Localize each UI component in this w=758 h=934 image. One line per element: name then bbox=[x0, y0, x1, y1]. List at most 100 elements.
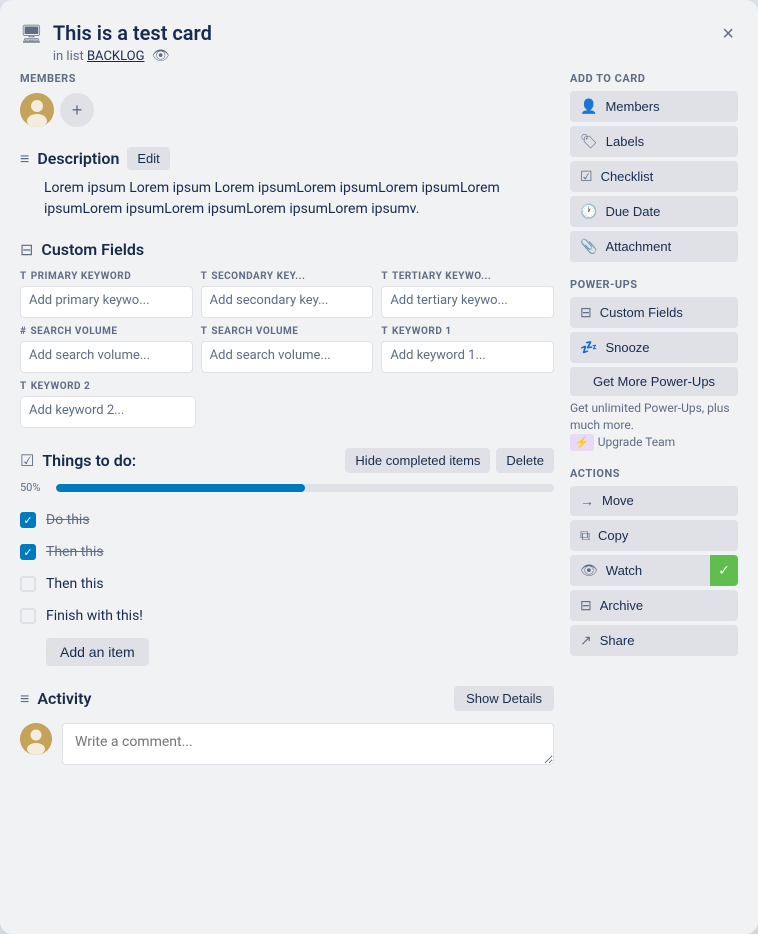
cf-label-4: T SEARCH VOLUME bbox=[201, 326, 374, 337]
progress-bar-background bbox=[56, 484, 554, 492]
cf-input-2[interactable]: Add tertiary keywo... bbox=[381, 286, 554, 318]
power-ups-label: POWER-UPS bbox=[570, 278, 738, 291]
progress-row: 50% bbox=[20, 481, 554, 494]
checkbox-0[interactable] bbox=[20, 512, 36, 528]
cf-field-3: # SEARCH VOLUME Add search volume... bbox=[20, 326, 193, 373]
checkbox-3[interactable] bbox=[20, 608, 36, 624]
actions-section: ACTIONS → Move ⧉ Copy 👁 Watch ✓ bbox=[570, 467, 738, 656]
cf-label-5: T KEYWORD 1 bbox=[381, 326, 554, 337]
cf-grid-row2: # SEARCH VOLUME Add search volume... T S… bbox=[20, 326, 554, 373]
desc-header: ≡ Description Edit bbox=[20, 147, 554, 170]
custom-fields-power-up-button[interactable]: ⊟ Custom Fields bbox=[570, 297, 738, 328]
upgrade-text: Get unlimited Power-Ups, plus much more. bbox=[570, 401, 730, 432]
cf-label-3: # SEARCH VOLUME bbox=[20, 326, 193, 337]
watch-button[interactable]: 👁 Watch bbox=[570, 555, 710, 586]
cf-grid-row1: T PRIMARY KEYWORD Add primary keywo... T… bbox=[20, 271, 554, 318]
custom-fields-section: ⊟ Custom Fields T PRIMARY KEYWORD Add pr… bbox=[20, 240, 554, 428]
cf-field-0: T PRIMARY KEYWORD Add primary keywo... bbox=[20, 271, 193, 318]
card-icon: 🖥 bbox=[20, 24, 43, 45]
cf-field-6: T KEYWORD 2 Add keyword 2... bbox=[20, 381, 196, 428]
members-row: + bbox=[20, 93, 554, 127]
add-labels-button[interactable]: 🏷 Labels bbox=[570, 126, 738, 157]
member-avatar[interactable] bbox=[20, 93, 54, 127]
share-button[interactable]: ↗ Share bbox=[570, 625, 738, 656]
custom-fields-icon: ⊟ bbox=[20, 240, 33, 259]
watch-check-button[interactable]: ✓ bbox=[710, 555, 738, 586]
cf-type-5: T bbox=[381, 326, 388, 337]
upgrade-link[interactable]: ⚡ Upgrade Team bbox=[570, 434, 675, 451]
checkbox-1[interactable] bbox=[20, 544, 36, 560]
cf-header: ⊟ Custom Fields bbox=[20, 240, 554, 259]
progress-bar-fill bbox=[56, 484, 305, 492]
description-section: ≡ Description Edit Lorem ipsum Lorem ips… bbox=[20, 147, 554, 220]
copy-button[interactable]: ⧉ Copy bbox=[570, 520, 738, 551]
add-due-date-label: Due Date bbox=[605, 204, 660, 219]
add-to-card-label: ADD TO CARD bbox=[570, 72, 738, 85]
item-text-3: Finish with this! bbox=[46, 608, 143, 624]
card-modal: 🖥 This is a test card in list BACKLOG 👁 … bbox=[0, 0, 758, 934]
cf-field-5: T KEYWORD 1 Add keyword 1... bbox=[381, 326, 554, 373]
cf-label-6: T KEYWORD 2 bbox=[20, 381, 196, 392]
sidebar: ADD TO CARD 👤 Members 🏷 Labels ☑ Checkli… bbox=[570, 72, 738, 914]
activity-icon: ≡ bbox=[20, 689, 29, 709]
item-text-0: Do this bbox=[46, 512, 90, 528]
edit-description-button[interactable]: Edit bbox=[127, 147, 169, 170]
checkbox-2[interactable] bbox=[20, 576, 36, 592]
snooze-button[interactable]: 💤 Snooze bbox=[570, 332, 738, 363]
add-members-label: Members bbox=[605, 99, 659, 114]
copy-label: Copy bbox=[598, 528, 628, 543]
comment-avatar bbox=[20, 723, 52, 755]
add-members-button[interactable]: 👤 Members bbox=[570, 91, 738, 122]
upgrade-badge: ⚡ bbox=[570, 434, 594, 451]
description-icon: ≡ bbox=[20, 149, 29, 169]
checklist-title-row: ☑ Things to do: bbox=[20, 451, 136, 470]
delete-checklist-button[interactable]: Delete bbox=[496, 448, 554, 473]
checklist-buttons: Hide completed items Delete bbox=[345, 448, 554, 473]
watch-label: Watch bbox=[606, 563, 642, 578]
cf-input-4[interactable]: Add search volume... bbox=[201, 341, 374, 373]
cf-input-1[interactable]: Add secondary key... bbox=[201, 286, 374, 318]
title-area: This is a test card in list BACKLOG 👁 bbox=[53, 20, 708, 64]
list-name-link[interactable]: BACKLOG bbox=[87, 49, 145, 64]
members-label: MEMBERS bbox=[20, 72, 554, 85]
cf-label-0: T PRIMARY KEYWORD bbox=[20, 271, 193, 282]
add-to-card-section: ADD TO CARD 👤 Members 🏷 Labels ☑ Checkli… bbox=[570, 72, 738, 262]
archive-icon: ⊟ bbox=[580, 597, 592, 614]
cf-input-3[interactable]: Add search volume... bbox=[20, 341, 193, 373]
labels-icon: 🏷 bbox=[580, 133, 598, 150]
progress-percent: 50% bbox=[20, 481, 48, 494]
in-list-text: in list bbox=[53, 49, 84, 64]
add-attachment-button[interactable]: 📎 Attachment bbox=[570, 231, 738, 262]
snooze-icon: 💤 bbox=[580, 339, 597, 356]
cf-field-2: T TERTIARY KEYWO... Add tertiary keywo..… bbox=[381, 271, 554, 318]
add-due-date-button[interactable]: 🕐 Due Date bbox=[570, 196, 738, 227]
cf-input-6[interactable]: Add keyword 2... bbox=[20, 396, 196, 428]
close-button[interactable]: × bbox=[718, 20, 738, 48]
cf-field-1: T SECONDARY KEY... Add secondary key... bbox=[201, 271, 374, 318]
add-member-button[interactable]: + bbox=[60, 93, 94, 127]
checklist-title: Things to do: bbox=[42, 451, 136, 470]
hide-completed-button[interactable]: Hide completed items bbox=[345, 448, 490, 473]
activity-header: ≡ Activity Show Details bbox=[20, 686, 554, 711]
share-icon: ↗ bbox=[580, 632, 592, 649]
watch-eye-icon: 👁 bbox=[580, 562, 598, 579]
show-details-button[interactable]: Show Details bbox=[454, 686, 554, 711]
cf-grid-row3: T KEYWORD 2 Add keyword 2... bbox=[20, 381, 554, 428]
add-checklist-button[interactable]: ☑ Checklist bbox=[570, 161, 738, 192]
checklist-add-icon: ☑ bbox=[580, 168, 593, 185]
item-text-1: Then this bbox=[46, 544, 104, 560]
archive-label: Archive bbox=[600, 598, 643, 613]
actions-label: ACTIONS bbox=[570, 467, 738, 480]
watch-icon[interactable]: 👁 bbox=[152, 48, 170, 64]
add-labels-label: Labels bbox=[606, 134, 644, 149]
cf-input-0[interactable]: Add primary keywo... bbox=[20, 286, 193, 318]
archive-button[interactable]: ⊟ Archive bbox=[570, 590, 738, 621]
get-more-power-ups-button[interactable]: Get More Power-Ups bbox=[570, 367, 738, 396]
activity-section: ≡ Activity Show Details bbox=[20, 686, 554, 765]
description-text: Lorem ipsum Lorem ipsum Lorem ipsumLorem… bbox=[44, 178, 554, 220]
cf-input-5[interactable]: Add keyword 1... bbox=[381, 341, 554, 373]
move-button[interactable]: → Move bbox=[570, 486, 738, 516]
add-item-button[interactable]: Add an item bbox=[46, 638, 149, 666]
cf-type-0: T bbox=[20, 271, 27, 282]
comment-input[interactable] bbox=[62, 723, 554, 765]
